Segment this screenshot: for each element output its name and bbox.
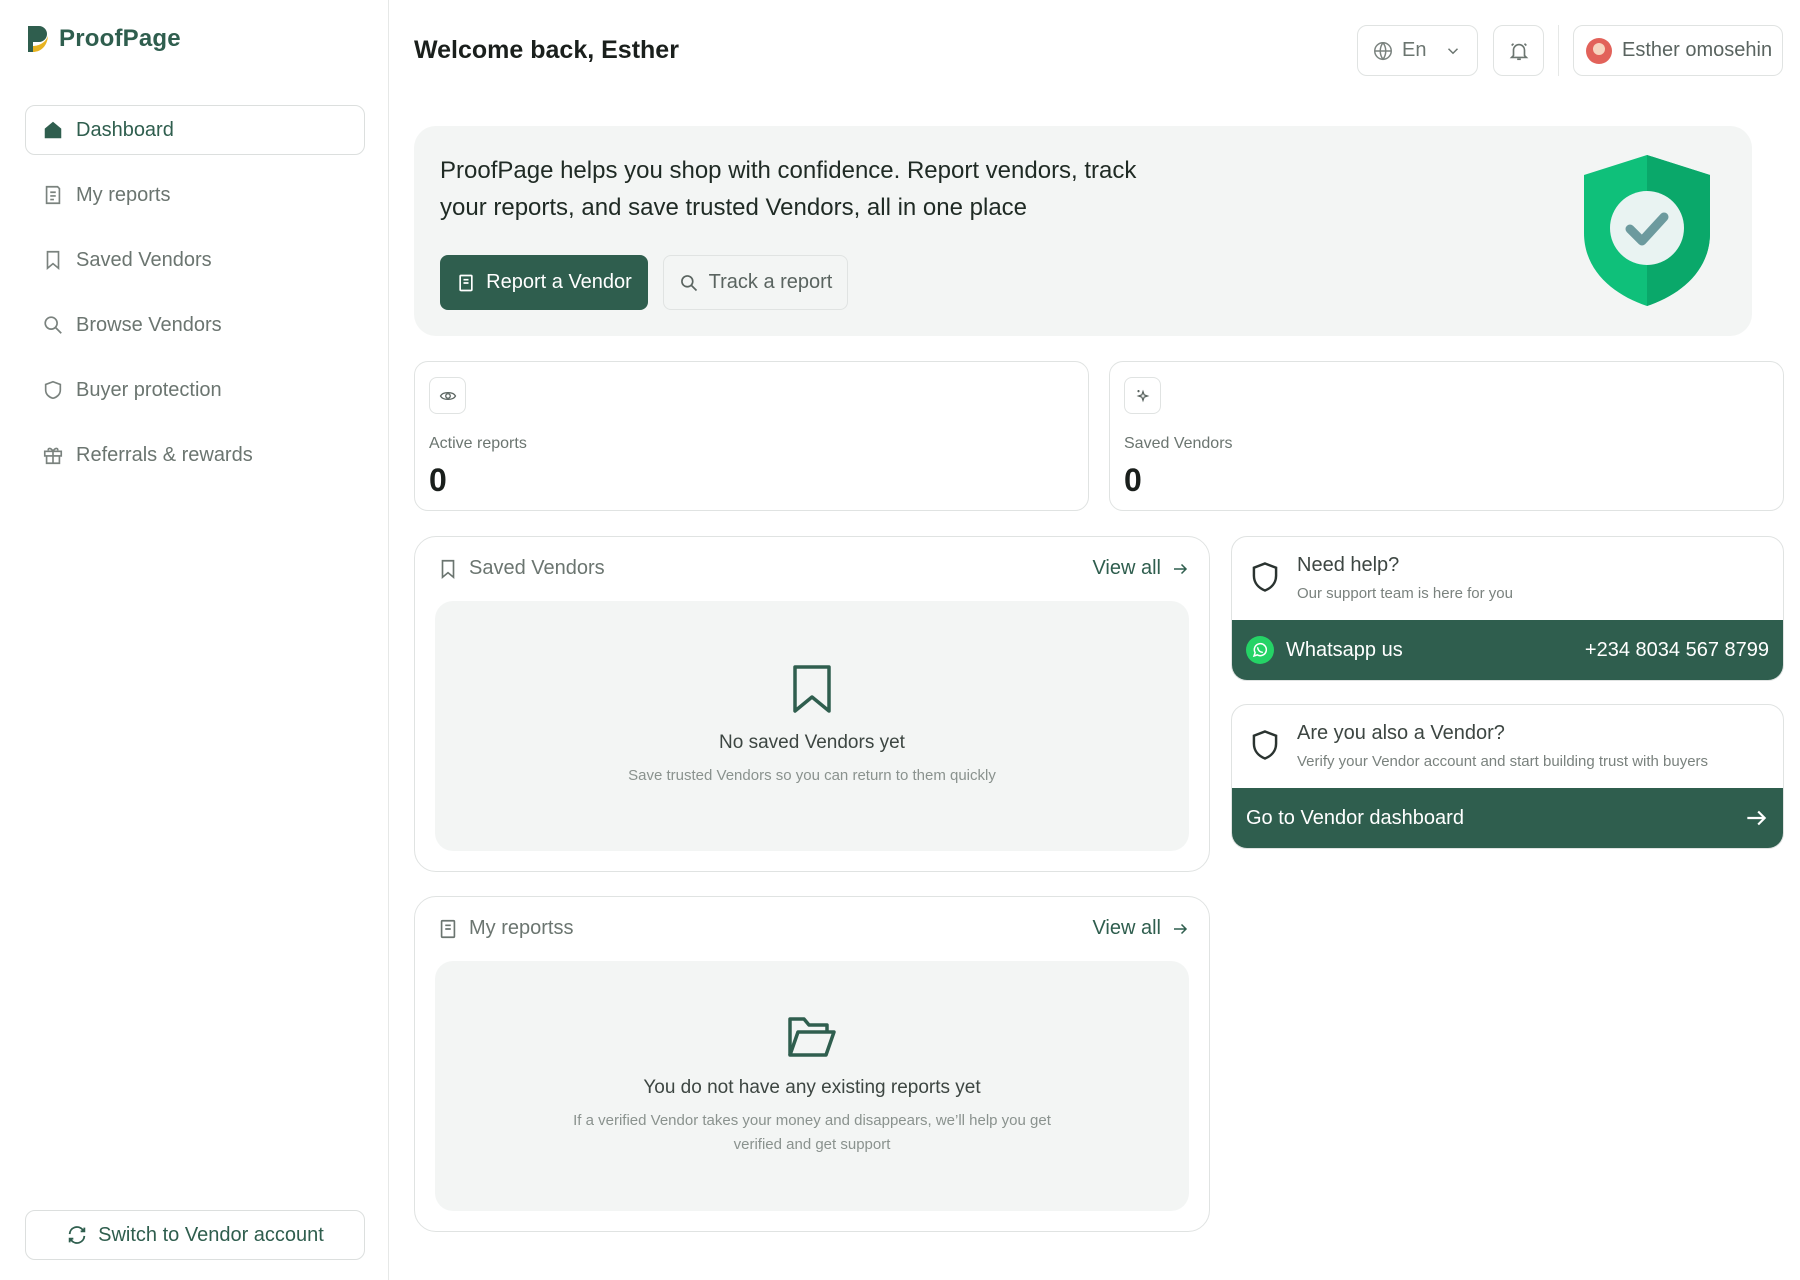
stat-card-active-reports: Active reports 0 [414, 361, 1089, 511]
search-icon [680, 274, 697, 291]
empty-state-subtitle: Save trusted Vendors so you can return t… [628, 767, 996, 784]
panel-title-label: Saved Vendors [469, 557, 605, 579]
hero-banner: ProofPage helps you shop with confidence… [414, 126, 1752, 336]
track-report-label: Track a report [708, 271, 833, 293]
sidebar-item-label: My reports [76, 183, 171, 206]
vendor-dashboard-button[interactable]: Go to Vendor dashboard [1232, 788, 1783, 848]
bookmark-icon [441, 559, 455, 579]
vendor-card: Are you also a Vendor? Verify your Vendo… [1231, 704, 1784, 849]
switch-to-vendor-button[interactable]: Switch to Vendor account [25, 1210, 365, 1260]
report-icon [440, 919, 456, 938]
switch-label: Switch to Vendor account [98, 1223, 324, 1246]
whatsapp-icon [1246, 636, 1274, 664]
sidebar-item-referrals[interactable]: Referrals & rewards [25, 430, 365, 480]
need-help-card: Need help? Our support team is here for … [1231, 536, 1784, 681]
home-icon [44, 121, 62, 139]
sidebar-item-browse-vendors[interactable]: Browse Vendors [25, 300, 365, 350]
sidebar-item-label: Saved Vendors [76, 248, 212, 271]
panel-title: My reportss [437, 917, 573, 940]
page-title: Welcome back, Esther [414, 36, 679, 64]
logo[interactable]: ProofPage [25, 22, 181, 56]
sidebar-nav: Dashboard My reports Saved Vendors Brows… [25, 105, 365, 495]
shield-icon [44, 380, 62, 400]
my-reports-panel: My reportss View all You do not have any… [414, 896, 1210, 1232]
support-phone: +234 8034 567 8799 [1584, 638, 1769, 661]
view-all-label: View all [1092, 917, 1161, 939]
refresh-icon [68, 1226, 86, 1244]
bookmark-icon [46, 250, 60, 271]
sidebar-item-saved-vendors[interactable]: Saved Vendors [25, 235, 365, 285]
whatsapp-label: Whatsapp us [1286, 638, 1403, 661]
bookmark-icon [793, 665, 831, 713]
help-subtitle: Our support team is here for you [1297, 585, 1513, 602]
help-card-header: Need help? Our support team is here for … [1232, 537, 1783, 620]
report-vendor-button[interactable]: Report a Vendor [440, 255, 648, 310]
hero-text: ProofPage helps you shop with confidence… [440, 157, 1137, 221]
sparkle-icon [1124, 377, 1161, 414]
empty-state-title: You do not have any existing reports yet [643, 1077, 981, 1098]
stat-value: 0 [429, 462, 447, 498]
folder-open-icon [788, 1017, 836, 1057]
language-value: En [1402, 39, 1427, 61]
notifications-button[interactable] [1493, 25, 1544, 76]
eye-icon [429, 377, 466, 414]
panel-title-label: My reportss [469, 917, 574, 939]
avatar [1586, 37, 1612, 64]
shield-check-illustration [1584, 155, 1710, 306]
empty-state-subtitle: If a verified Vendor takes your money an… [573, 1112, 1051, 1153]
shield-icon [1252, 562, 1278, 592]
sidebar-item-label: Buyer protection [76, 378, 222, 401]
chevron-down-icon [1448, 47, 1459, 54]
vendor-card-header: Are you also a Vendor? Verify your Vendo… [1232, 705, 1783, 788]
track-report-button[interactable]: Track a report [663, 255, 848, 310]
stat-label: Active reports [429, 435, 527, 452]
sidebar-item-label: Referrals & rewards [76, 443, 253, 466]
user-name: Esther omosehin [1622, 39, 1773, 61]
header-divider [1558, 25, 1559, 76]
panel-title: Saved Vendors [437, 557, 605, 580]
help-title: Need help? [1297, 554, 1400, 576]
arrow-right-icon [1174, 563, 1188, 574]
report-icon [45, 185, 61, 205]
stat-label: Saved Vendors [1124, 435, 1233, 452]
stat-value: 0 [1124, 462, 1142, 498]
sidebar-item-label: Browse Vendors [76, 313, 222, 336]
view-all-link[interactable]: View all [1092, 557, 1189, 580]
whatsapp-button[interactable]: Whatsapp us +234 8034 567 8799 [1232, 620, 1783, 680]
proofpage-logo-icon [28, 26, 48, 52]
empty-state-title: No saved Vendors yet [719, 732, 905, 753]
globe-icon [1374, 41, 1392, 60]
arrow-right-icon [1747, 810, 1767, 826]
vendor-dashboard-label: Go to Vendor dashboard [1246, 806, 1464, 829]
sidebar-item-my-reports[interactable]: My reports [25, 170, 365, 220]
sidebar-item-label: Dashboard [76, 118, 174, 141]
view-all-link[interactable]: View all [1092, 917, 1189, 940]
bell-icon [1509, 42, 1528, 60]
vendor-title: Are you also a Vendor? [1297, 722, 1505, 744]
sidebar-item-buyer-protection[interactable]: Buyer protection [25, 365, 365, 415]
view-all-label: View all [1092, 557, 1161, 579]
report-vendor-label: Report a Vendor [486, 271, 632, 293]
vendor-subtitle: Verify your Vendor account and start bui… [1297, 753, 1709, 770]
search-icon [44, 316, 62, 334]
stat-card-saved-vendors: Saved Vendors 0 [1109, 361, 1784, 511]
brand-name: ProofPage [59, 25, 181, 52]
shield-icon [1252, 730, 1278, 760]
saved-vendors-panel: Saved Vendors View all No saved Vendors … [414, 536, 1210, 872]
gift-icon [43, 447, 63, 465]
empty-state: No saved Vendors yet Save trusted Vendor… [435, 601, 1189, 851]
document-icon [459, 274, 473, 291]
arrow-right-icon [1174, 923, 1188, 934]
sidebar: ProofPage Dashboard My reports Saved Ven… [0, 0, 389, 1280]
user-menu[interactable]: Esther omosehin [1573, 25, 1783, 76]
sidebar-item-dashboard[interactable]: Dashboard [25, 105, 365, 155]
language-selector[interactable]: En [1357, 25, 1478, 76]
empty-state: You do not have any existing reports yet… [435, 961, 1189, 1211]
